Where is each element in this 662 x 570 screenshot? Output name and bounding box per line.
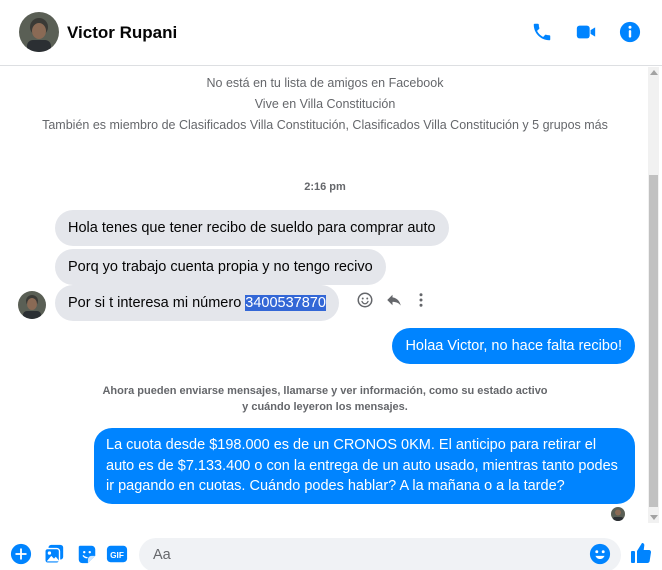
video-camera-icon[interactable] bbox=[575, 21, 597, 43]
image-icon[interactable] bbox=[43, 543, 65, 565]
message-input[interactable] bbox=[139, 538, 621, 570]
profile-info-location: Vive en Villa Constitución bbox=[254, 97, 396, 111]
chat-header: Victor Rupani bbox=[0, 0, 662, 66]
message-text: Por si t interesa mi número bbox=[68, 295, 246, 311]
sender-avatar[interactable] bbox=[18, 291, 46, 319]
react-emoji-icon[interactable] bbox=[356, 291, 374, 309]
incoming-message[interactable]: Por si t interesa mi número 3400537870 bbox=[55, 285, 339, 321]
svg-text:GIF: GIF bbox=[110, 551, 124, 560]
gif-icon[interactable]: GIF bbox=[106, 543, 128, 565]
contact-name[interactable]: Victor Rupani bbox=[67, 23, 177, 43]
message-timestamp: 2:16 pm bbox=[304, 181, 346, 193]
scrollbar-thumb[interactable] bbox=[649, 175, 658, 507]
scroll-down-arrow[interactable] bbox=[650, 515, 658, 520]
contact-avatar[interactable] bbox=[19, 12, 59, 52]
message-text: Holaa Victor, no hace falta recibo! bbox=[405, 338, 622, 354]
incoming-message[interactable]: Hola tenes que tener recibo de sueldo pa… bbox=[55, 210, 449, 246]
incoming-message[interactable]: Porq yo trabajo cuenta propia y no tengo… bbox=[55, 249, 386, 285]
scroll-up-arrow[interactable] bbox=[650, 70, 658, 75]
phone-number-selected[interactable]: 3400537870 bbox=[245, 295, 326, 311]
outgoing-message[interactable]: La cuota desde $198.000 es de un CRONOS … bbox=[94, 428, 635, 504]
reply-icon[interactable] bbox=[385, 291, 403, 309]
more-options-icon[interactable] bbox=[412, 291, 430, 309]
message-text: La cuota desde $198.000 es de un CRONOS … bbox=[106, 437, 618, 494]
profile-info-friend-status: No está en tu lista de amigos en Faceboo… bbox=[206, 76, 444, 90]
thumbs-up-icon[interactable] bbox=[629, 541, 653, 565]
connection-notice: Ahora pueden enviarse mensajes, llamarse… bbox=[102, 385, 548, 413]
profile-info-groups: También es miembro de Clasificados Villa… bbox=[42, 118, 608, 132]
sticker-icon[interactable] bbox=[76, 543, 98, 565]
phone-icon[interactable] bbox=[531, 21, 553, 43]
emoji-icon[interactable] bbox=[589, 543, 611, 565]
message-text: Hola tenes que tener recibo de sueldo pa… bbox=[68, 220, 436, 236]
scrollbar[interactable] bbox=[648, 67, 659, 523]
plus-circle-icon[interactable] bbox=[10, 543, 32, 565]
message-text: Porq yo trabajo cuenta propia y no tengo… bbox=[68, 259, 373, 275]
message-actions bbox=[355, 291, 435, 311]
seen-receipt-avatar bbox=[611, 507, 625, 521]
info-icon[interactable] bbox=[619, 21, 641, 43]
outgoing-message[interactable]: Holaa Victor, no hace falta recibo! bbox=[392, 328, 635, 364]
